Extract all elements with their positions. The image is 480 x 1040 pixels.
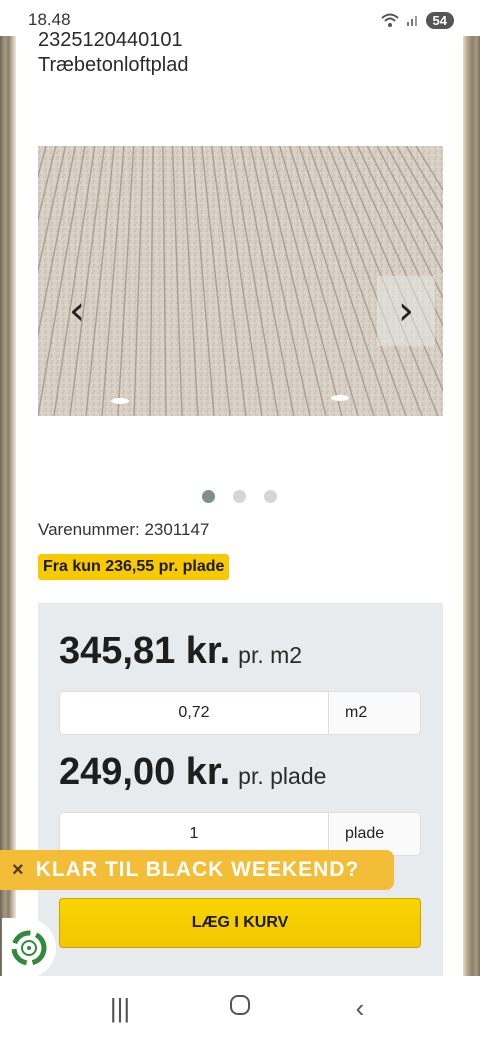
recent-apps-icon[interactable]: |||: [100, 993, 140, 1024]
price-m2-unit: pr. m2: [238, 642, 303, 668]
promo-banner[interactable]: × KLAR TIL BLACK WEEKEND?: [0, 850, 394, 890]
status-time: 18.48: [28, 10, 71, 29]
item-number: Varenummer: 2301147: [38, 520, 210, 539]
add-to-cart-button[interactable]: LÆG I KURV: [59, 898, 421, 948]
recycle-icon: [11, 930, 47, 966]
background-wood-left: [0, 36, 16, 976]
price-plate-value: 249,00 kr.: [59, 751, 231, 793]
wifi-icon: [380, 13, 399, 27]
system-nav-bar: ||| ‹: [0, 976, 480, 1040]
price-panel: 345,81 kr. pr. m2 m2 249,00 kr. pr. plad…: [38, 603, 443, 1003]
home-icon[interactable]: [220, 993, 260, 1024]
carousel-prev-button[interactable]: ‹: [48, 276, 106, 346]
carousel-dots: [16, 490, 462, 503]
product-sku-header: 2325120440101: [38, 29, 183, 51]
carousel-next-button[interactable]: ›: [377, 276, 435, 346]
screen: 18.48 54 2325120440101 Træbetonloftplad: [0, 0, 480, 1040]
close-icon[interactable]: ×: [12, 859, 24, 882]
signal-icon: [406, 16, 417, 26]
battery-indicator: 54: [425, 11, 454, 29]
carousel-dot-2[interactable]: [232, 490, 246, 503]
background-wood-right: [463, 36, 480, 976]
promo-text: KLAR TIL BLACK WEEKEND?: [35, 858, 360, 881]
price-per-m2: 345,81 kr. pr. m2: [59, 630, 302, 673]
price-per-plate: 249,00 kr. pr. plade: [59, 751, 326, 794]
back-icon[interactable]: ‹: [340, 993, 380, 1024]
product-title: Træbetonloftplad: [38, 54, 189, 76]
price-m2-value: 345,81 kr.: [59, 630, 231, 672]
chevron-right-icon: ›: [398, 288, 414, 334]
price-plate-unit: pr. plade: [238, 763, 327, 789]
image-carousel[interactable]: ‹ ›: [38, 146, 443, 416]
quantity-m2-row: m2: [59, 691, 421, 735]
carousel-dot-3[interactable]: [263, 490, 277, 503]
chevron-left-icon: ‹: [69, 288, 85, 334]
status-icons: 54: [380, 11, 454, 29]
price-badge: Fra kun 236,55 pr. plade: [38, 554, 230, 580]
carousel-dot-1[interactable]: [201, 490, 215, 503]
quantity-m2-unit: m2: [329, 691, 421, 735]
quantity-m2-input[interactable]: [59, 691, 329, 735]
